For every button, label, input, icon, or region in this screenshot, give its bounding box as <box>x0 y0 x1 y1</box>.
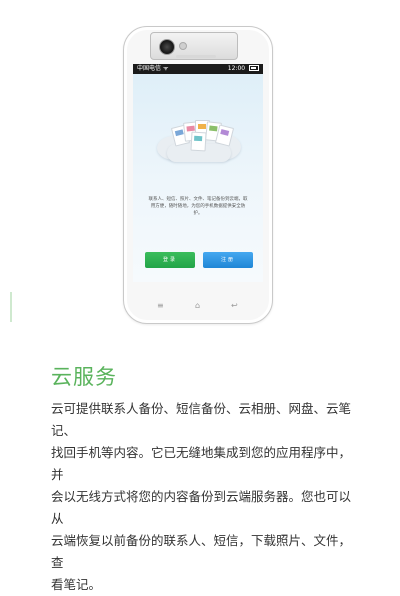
back-key-icon[interactable]: ↩ <box>231 302 238 310</box>
album-card-icon <box>190 131 207 152</box>
status-time: 12:00 <box>227 65 246 72</box>
decorative-line <box>10 292 12 322</box>
register-button[interactable]: 注册 <box>203 252 253 268</box>
cloud-icon <box>151 120 247 164</box>
phone-screen: 中国电信 ᯤ 12:00 联系人、短信、照片、文件、笔记备份到云端，取用方便，随… <box>133 64 263 282</box>
speaker-grill <box>176 55 216 58</box>
signal-icon: ᯤ <box>162 65 169 72</box>
feature-title: 云服务 <box>51 365 117 389</box>
cloud-service-description: 联系人、短信、照片、文件、笔记备份到云端，取用方便，随时随地，为您的手机数据提供… <box>148 197 248 216</box>
feature-description: 云可提供联系人备份、短信备份、云相册、网盘、云笔记、 找回手机等内容。它已无缝地… <box>51 401 352 592</box>
home-key-icon[interactable]: ⌂ <box>195 302 200 310</box>
carrier-label: 中国电信 <box>137 65 162 72</box>
status-bar: 中国电信 ᯤ 12:00 <box>133 64 263 74</box>
flash-icon <box>179 42 187 50</box>
battery-icon <box>249 64 259 71</box>
menu-key-icon[interactable]: ≡ <box>157 302 164 310</box>
camera-lens-icon <box>159 39 175 55</box>
login-button[interactable]: 登录 <box>145 252 195 268</box>
